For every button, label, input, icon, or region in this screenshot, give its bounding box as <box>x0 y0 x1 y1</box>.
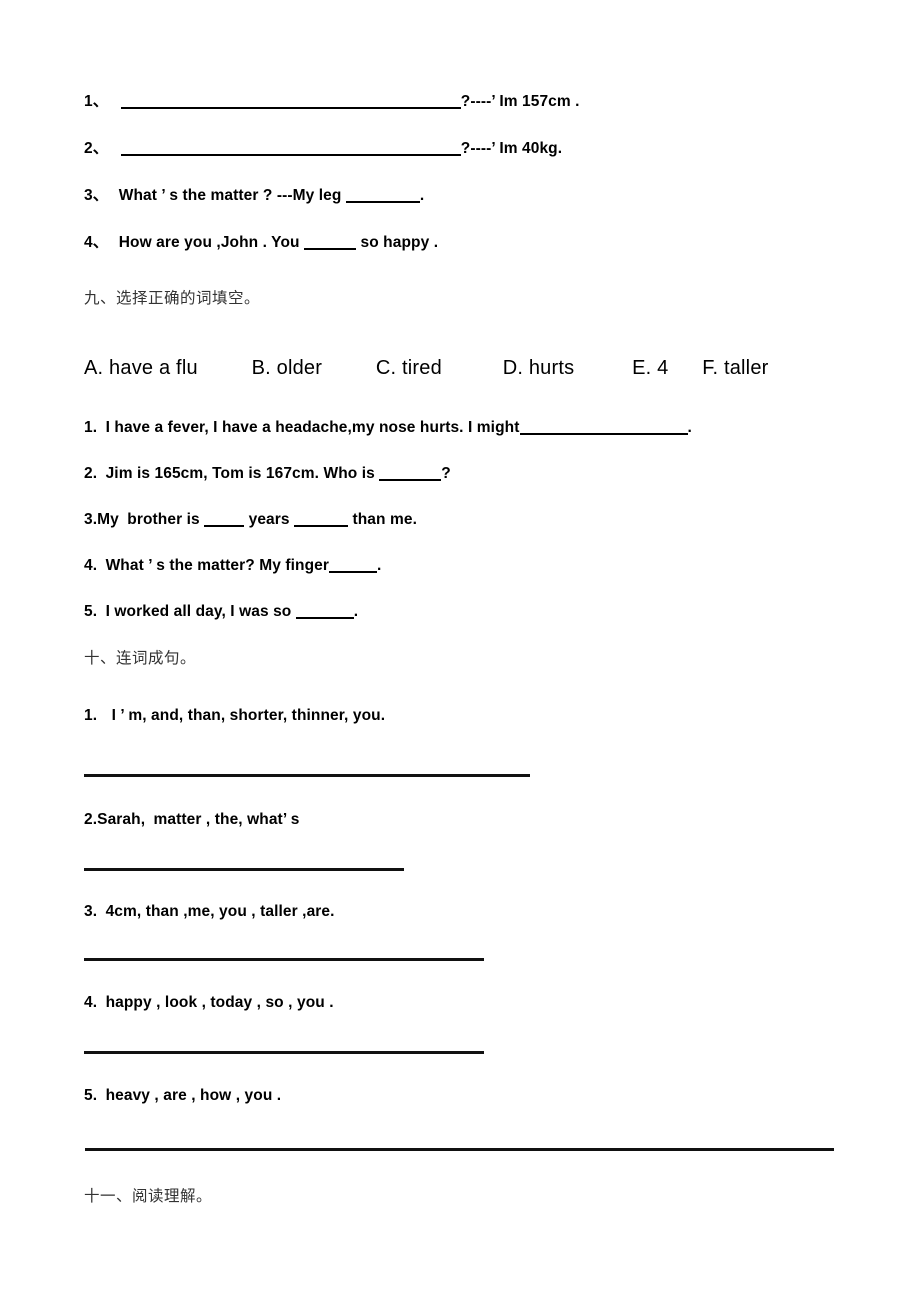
worksheet-page: 1、 ?----’ Im 157cm . 2、 ?----’ Im 40kg. … <box>0 0 920 1303</box>
word-bank: A. have a flu B. older C. tired D. hurts… <box>84 358 769 378</box>
question-number: 4. <box>84 994 98 1011</box>
question-text: 4cm, than ,me, you , taller ,are. <box>105 903 335 920</box>
word-bank-option-e[interactable]: E. 4 <box>632 358 668 378</box>
question-text: happy , look , today , so , you . <box>105 994 334 1011</box>
reorder-item-5: 5. heavy , are , how , you . <box>84 1088 281 1104</box>
question-number: 2.Sarah, <box>84 811 146 828</box>
reorder-item-2: 2.Sarah, matter , the, what’ s <box>84 812 300 828</box>
question-item-3: 3、 What ’ s the matter ? ---My leg . <box>84 188 424 204</box>
question-text-tail: so happy . <box>360 234 439 251</box>
reorder-item-3: 3. 4cm, than ,me, you , taller ,are. <box>84 904 335 920</box>
question-text-middle: years <box>248 511 290 528</box>
question-number: 2、 <box>84 140 109 157</box>
question-text: What ’ s the matter ? ---My leg <box>118 187 342 204</box>
question-number: 1、 <box>84 93 109 110</box>
question-number: 1. <box>84 419 98 436</box>
section-nine-heading: 九、选择正确的词填空。 <box>84 290 261 307</box>
question-item-4: 4、 How are you ,John . You so happy . <box>84 235 438 251</box>
fill-blank-item-1: 1. I have a fever, I have a headache,my … <box>84 420 692 436</box>
question-text: brother is <box>127 511 200 528</box>
word-bank-option-d[interactable]: D. hurts <box>503 358 575 378</box>
answer-blank[interactable] <box>120 107 461 109</box>
answer-blank[interactable] <box>204 525 245 527</box>
answer-blank[interactable] <box>120 154 461 156</box>
question-text: ?----’ Im 40kg. <box>460 140 563 157</box>
word-bank-option-c[interactable]: C. tired <box>376 358 442 378</box>
answer-blank[interactable] <box>345 201 420 203</box>
answer-line-1[interactable] <box>84 774 530 777</box>
question-text: I have a fever, I have a headache,my nos… <box>105 419 520 436</box>
question-text-tail: . <box>419 187 425 204</box>
question-text-tail: ? <box>441 465 451 482</box>
answer-line-5[interactable] <box>85 1148 834 1151</box>
answer-blank-2[interactable] <box>294 525 349 527</box>
question-text: Jim is 165cm, Tom is 167cm. Who is <box>105 465 375 482</box>
question-item-2: 2、 ?----’ Im 40kg. <box>84 141 562 157</box>
answer-line-2[interactable] <box>84 868 404 871</box>
answer-blank[interactable] <box>329 571 378 573</box>
answer-blank[interactable] <box>295 617 354 619</box>
question-text: How are you ,John . You <box>118 234 300 251</box>
question-text: ?----’ Im 157cm . <box>460 93 580 110</box>
question-text: I worked all day, I was so <box>105 603 292 620</box>
question-text: What ’ s the matter? My finger <box>105 557 330 574</box>
question-number: 3、 <box>84 187 109 204</box>
question-text: matter , the, what’ s <box>153 811 300 828</box>
question-text-tail: . <box>687 419 692 436</box>
question-number: 2. <box>84 465 98 482</box>
fill-blank-item-3: 3.My brother is years than me. <box>84 512 417 528</box>
question-number: 3. <box>84 903 98 920</box>
answer-line-4[interactable] <box>84 1051 484 1054</box>
question-text-tail: . <box>353 603 359 620</box>
answer-blank[interactable] <box>519 433 688 435</box>
question-text: heavy , are , how , you . <box>105 1087 282 1104</box>
fill-blank-item-4: 4. What ’ s the matter? My finger. <box>84 558 381 574</box>
reorder-item-1: 1. I ’ m, and, than, shorter, thinner, y… <box>84 708 385 724</box>
word-bank-option-f[interactable]: F. taller <box>702 358 768 378</box>
question-text-tail: . <box>377 557 382 574</box>
question-text-tail: than me. <box>352 511 418 528</box>
reorder-item-4: 4. happy , look , today , so , you . <box>84 995 334 1011</box>
fill-blank-item-2: 2. Jim is 165cm, Tom is 167cm. Who is ? <box>84 466 451 482</box>
question-number: 4、 <box>84 234 109 251</box>
answer-blank[interactable] <box>304 248 357 250</box>
question-number: 5. <box>84 603 98 620</box>
question-item-1: 1、 ?----’ Im 157cm . <box>84 94 580 110</box>
question-number: 5. <box>84 1087 98 1104</box>
answer-line-3[interactable] <box>84 958 484 961</box>
fill-blank-item-5: 5. I worked all day, I was so . <box>84 604 358 620</box>
section-eleven-heading: 十一、阅读理解。 <box>84 1188 213 1205</box>
question-number: 4. <box>84 557 98 574</box>
word-bank-option-a[interactable]: A. have a flu <box>84 358 198 378</box>
question-number: 3.My <box>84 511 119 528</box>
question-text: I ’ m, and, than, shorter, thinner, you. <box>111 707 386 724</box>
word-bank-option-b[interactable]: B. older <box>252 358 323 378</box>
question-number: 1. <box>84 707 98 724</box>
section-ten-heading: 十、连词成句。 <box>84 650 197 667</box>
answer-blank[interactable] <box>379 479 442 481</box>
